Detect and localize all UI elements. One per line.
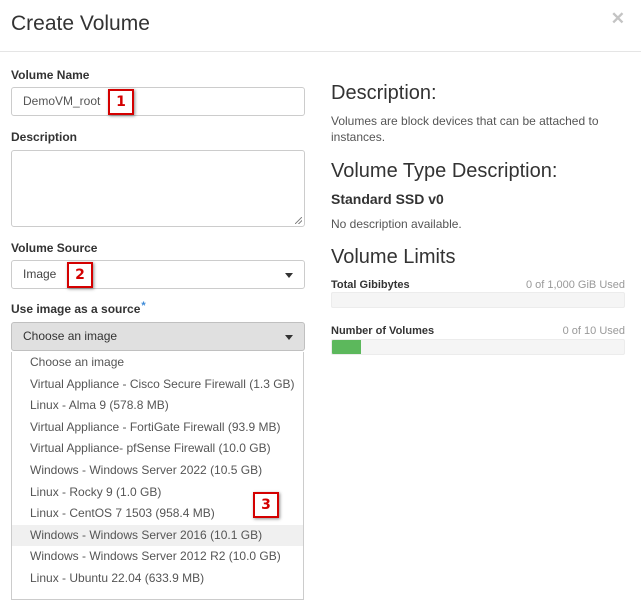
volume-source-select[interactable]: Image	[11, 260, 305, 289]
volume-name-label: Volume Name	[11, 68, 90, 82]
image-source-label: Use image as a source*	[11, 300, 146, 316]
description-textarea[interactable]	[11, 150, 305, 227]
dropdown-option[interactable]: Linux - Alma 9 (578.8 MB)	[12, 395, 303, 417]
dropdown-option[interactable]: Linux - Ubuntu 22.04 (633.9 MB)	[12, 568, 303, 590]
dropdown-option[interactable]: Virtual Appliance - FortiGate Firewall (…	[12, 417, 303, 439]
image-source-label-text: Use image as a source	[11, 302, 141, 316]
volume-source-value: Image	[23, 267, 57, 281]
modal-header: Create Volume ✕	[0, 0, 641, 52]
volume-limits-heading: Volume Limits	[331, 246, 456, 268]
close-icon[interactable]: ✕	[611, 9, 625, 29]
resize-grip-icon[interactable]	[295, 217, 302, 224]
description-label: Description	[11, 130, 78, 144]
description-text: Volumes are block devices that can be at…	[331, 114, 599, 144]
progress-bar-volumes	[331, 339, 625, 355]
volume-source-label: Volume Source	[11, 241, 98, 255]
limit-label-volumes: Number of Volumes	[331, 325, 435, 337]
volume-type-text: No description available.	[331, 217, 462, 231]
dropdown-option[interactable]: Virtual Appliance - Cisco Secure Firewal…	[12, 374, 303, 396]
dropdown-option[interactable]: Windows - Windows Server 2022 (10.5 GB)	[12, 460, 303, 482]
modal-title: Create Volume	[11, 12, 150, 35]
dropdown-option[interactable]: Windows - Windows Server 2012 R2 (10.0 G…	[12, 546, 303, 568]
dropdown-option[interactable]: Choose an image	[12, 352, 303, 374]
image-source-value: Choose an image	[23, 329, 118, 343]
limit-used-gibibytes: 0 of 1,000 GiB Used	[525, 279, 625, 291]
volume-type-heading: Volume Type Description:	[331, 160, 558, 182]
volume-type-name: Standard SSD v0	[331, 191, 444, 207]
annotation-badge-2: 2	[67, 262, 93, 288]
chevron-down-icon	[285, 335, 293, 340]
limit-label-gibibytes: Total Gibibytes	[331, 279, 410, 291]
dropdown-option[interactable]: Virtual Appliance- pfSense Firewall (10.…	[12, 438, 303, 460]
annotation-badge-1: 1	[108, 89, 134, 115]
image-source-select[interactable]: Choose an image	[11, 322, 305, 351]
annotation-badge-3: 3	[253, 492, 279, 518]
chevron-down-icon	[285, 273, 293, 278]
volume-name-input[interactable]: DemoVM_root	[11, 87, 305, 116]
progress-bar-gibibytes	[331, 292, 625, 308]
limit-used-volumes: 0 of 10 Used	[562, 325, 625, 337]
progress-fill-volumes	[332, 340, 362, 354]
required-mark: *	[141, 300, 146, 312]
description-heading: Description:	[331, 82, 437, 104]
dropdown-option-highlighted[interactable]: Windows - Windows Server 2016 (10.1 GB)	[12, 524, 303, 547]
image-dropdown-list: Choose an image Virtual Appliance - Cisc…	[11, 352, 304, 600]
